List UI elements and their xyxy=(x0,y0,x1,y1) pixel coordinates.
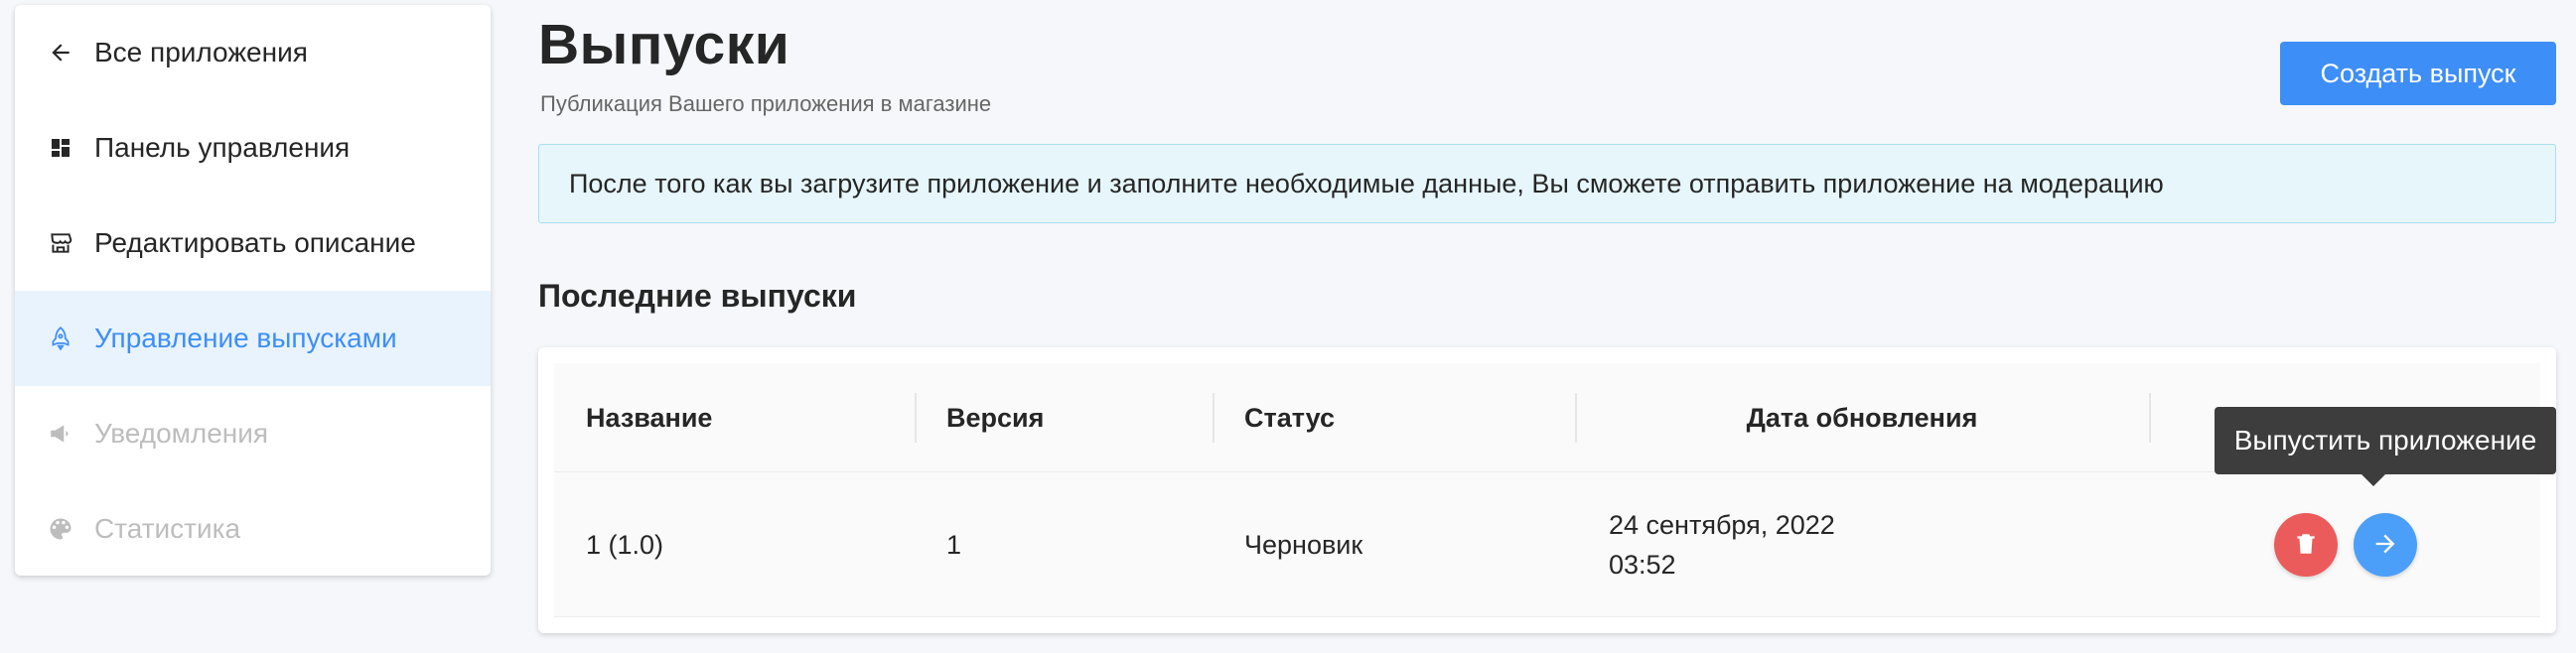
trash-icon xyxy=(2293,530,2319,561)
arrow-right-icon xyxy=(2371,530,2399,561)
page-subtitle: Публикация Вашего приложения в магазине xyxy=(540,91,992,116)
cell-updated-time: 03:52 xyxy=(1609,550,1676,580)
sidebar-item-all-apps[interactable]: Все приложения xyxy=(15,5,491,100)
cell-updated: 24 сентября, 2022 03:52 xyxy=(1609,472,1835,617)
cell-version: 1 xyxy=(946,529,962,560)
tooltip-arrow xyxy=(2361,474,2385,486)
megaphone-icon xyxy=(45,418,76,450)
sidebar-item-label: Все приложения xyxy=(94,37,308,67)
main-content: Выпуски Публикация Вашего приложения в м… xyxy=(538,0,2556,653)
release-app-button[interactable] xyxy=(2354,513,2417,577)
info-alert-text: После того как вы загрузите приложение и… xyxy=(569,168,2164,198)
tooltip-text: Выпустить приложение xyxy=(2233,425,2537,456)
column-divider xyxy=(1213,393,1215,443)
sidebar-item-statistics: Статистика xyxy=(15,481,491,576)
section-title: Последние выпуски xyxy=(538,278,857,314)
sidebar-item-label: Редактировать описание xyxy=(94,227,416,258)
sidebar-item-notifications: Уведомления xyxy=(15,386,491,481)
column-header-status: Статус xyxy=(1244,402,1335,433)
delete-release-button[interactable] xyxy=(2274,513,2338,577)
sidebar-item-dashboard[interactable]: Панель управления xyxy=(15,100,491,196)
sidebar-item-label: Панель управления xyxy=(94,132,351,163)
sidebar: Все приложения Панель управления Редакти… xyxy=(15,5,491,576)
column-header-updated: Дата обновления xyxy=(1746,402,1978,433)
dashboard-grid-icon xyxy=(45,132,76,164)
table-row: 1 (1.0) 1 Черновик 24 сентября, 2022 03:… xyxy=(554,472,2540,617)
releases-table: Название Версия Статус Дата обновления 1… xyxy=(554,363,2540,617)
sidebar-item-release-management[interactable]: Управление выпусками xyxy=(15,291,491,386)
palette-icon xyxy=(45,513,76,545)
rocket-icon xyxy=(45,323,76,354)
sidebar-item-label: Уведомления xyxy=(94,418,269,449)
sidebar-item-label: Статистика xyxy=(94,513,241,544)
arrow-left-icon xyxy=(45,37,76,68)
sidebar-item-edit-description[interactable]: Редактировать описание xyxy=(15,196,491,291)
column-header-name: Название xyxy=(586,402,713,433)
cell-status: Черновик xyxy=(1244,529,1363,560)
info-alert: После того как вы загрузите приложение и… xyxy=(538,144,2556,223)
column-divider xyxy=(2149,393,2151,443)
page-title: Выпуски xyxy=(538,13,790,76)
column-header-version: Версия xyxy=(946,402,1045,433)
sidebar-item-label: Управление выпусками xyxy=(94,323,397,353)
create-release-button[interactable]: Создать выпуск xyxy=(2280,42,2556,105)
column-divider xyxy=(915,393,917,443)
cell-name: 1 (1.0) xyxy=(586,529,664,560)
storefront-icon xyxy=(45,227,76,259)
cell-updated-date: 24 сентября, 2022 xyxy=(1609,510,1835,540)
release-tooltip: Выпустить приложение xyxy=(2215,407,2556,486)
releases-table-card: Название Версия Статус Дата обновления 1… xyxy=(538,347,2556,633)
